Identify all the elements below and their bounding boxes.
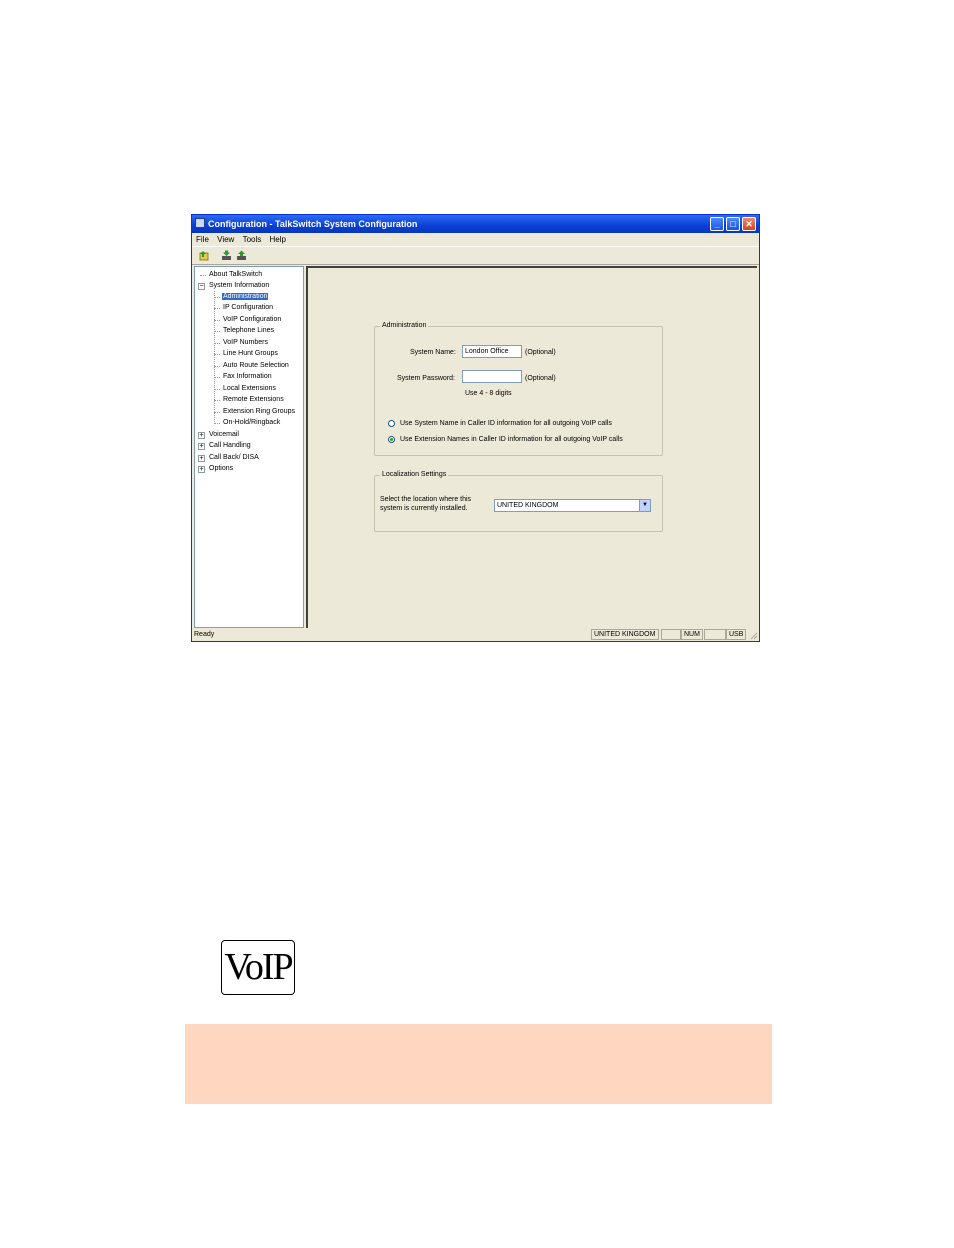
resize-grip-icon[interactable] [748, 630, 758, 640]
peach-band [185, 1024, 772, 1104]
status-port: USB [726, 629, 746, 640]
tree-item-voicemail[interactable]: Voicemail [209, 429, 239, 440]
minimize-button[interactable]: _ [710, 217, 724, 231]
localization-group-label: Localization Settings [380, 470, 449, 480]
caller-id-system-name-label: Use System Name in Caller ID information… [400, 420, 612, 427]
expand-icon[interactable]: + [198, 466, 205, 473]
administration-group: Administration System Name: London Offic… [374, 321, 663, 456]
tree-item-telephone-lines[interactable]: Telephone Lines [223, 325, 274, 336]
menu-view[interactable]: View [217, 233, 234, 246]
content-pane: Administration System Name: London Offic… [306, 266, 757, 628]
tree-item-call-handling[interactable]: Call Handling [209, 440, 251, 451]
caller-id-extension-names-label: Use Extension Names in Caller ID informa… [400, 436, 623, 443]
country-select-value: UNITED KINGDOM [497, 502, 559, 509]
tree-item-options[interactable]: Options [209, 463, 233, 474]
voip-logo: VoIP [221, 940, 295, 995]
tree-item-ip-configuration[interactable]: IP Configuration [223, 302, 273, 313]
system-name-input[interactable]: London Office [462, 345, 522, 358]
toolbar [192, 246, 759, 265]
menu-file[interactable]: File [196, 233, 209, 246]
upload-icon[interactable] [236, 250, 247, 261]
status-bar: Ready UNITED KINGDOM NUM USB [192, 628, 759, 641]
status-num: NUM [681, 629, 703, 640]
download-icon[interactable] [221, 250, 232, 261]
caller-id-system-name-radio[interactable] [388, 420, 395, 427]
system-password-input[interactable] [462, 370, 522, 383]
collapse-icon[interactable]: − [198, 283, 205, 290]
navigation-tree: About TalkSwitch − System Information Ad… [194, 266, 304, 628]
status-country: UNITED KINGDOM [591, 629, 659, 640]
tree-item-fax-information[interactable]: Fax Information [223, 371, 272, 382]
status-spacer-2 [704, 629, 726, 640]
tree-item-auto-route-selection[interactable]: Auto Route Selection [223, 360, 289, 371]
tree-item-on-hold-ringback[interactable]: On-Hold/Ringback [223, 417, 280, 428]
window-title: Configuration - TalkSwitch System Config… [208, 219, 418, 229]
localization-group: Localization Settings Select the locatio… [374, 470, 663, 532]
maximize-button[interactable]: □ [726, 217, 740, 231]
tree-item-voip-numbers[interactable]: VoIP Numbers [223, 337, 268, 348]
menu-tools[interactable]: Tools [243, 233, 262, 246]
expand-icon[interactable]: + [198, 432, 205, 439]
country-select[interactable]: UNITED KINGDOM ▼ [494, 499, 651, 512]
tree-item-call-back-disa[interactable]: Call Back/ DISA [209, 452, 259, 463]
tree-item-extension-ring-groups[interactable]: Extension Ring Groups [223, 406, 295, 417]
tree-item-local-extensions[interactable]: Local Extensions [223, 383, 276, 394]
tree-item-line-hunt-groups[interactable]: Line Hunt Groups [223, 348, 278, 359]
tree-item-voip-configuration[interactable]: VoIP Configuration [223, 314, 281, 325]
system-name-label: System Name: [410, 349, 456, 356]
location-prompt-line2: system is currently installed. [380, 505, 468, 512]
administration-group-label: Administration [380, 321, 429, 331]
status-text: Ready [194, 631, 215, 638]
chevron-down-icon[interactable]: ▼ [639, 500, 650, 511]
tree-item-system-information[interactable]: System Information [209, 280, 269, 291]
expand-icon[interactable]: + [198, 443, 205, 450]
password-hint: Use 4 - 8 digits [465, 390, 512, 397]
tree-item-administration[interactable]: Administration [222, 291, 269, 302]
menu-help[interactable]: Help [269, 233, 285, 246]
status-spacer [661, 629, 681, 640]
tree-item-about[interactable]: About TalkSwitch [209, 269, 262, 280]
caller-id-extension-names-radio[interactable] [388, 436, 395, 443]
tree-item-remote-extensions[interactable]: Remote Extensions [223, 394, 284, 405]
expand-icon[interactable]: + [198, 455, 205, 462]
open-file-icon[interactable] [199, 250, 210, 261]
system-name-optional: (Optional) [525, 349, 556, 356]
close-button[interactable]: ✕ [742, 217, 756, 231]
system-password-label: System Password: [397, 375, 455, 382]
app-icon [195, 218, 205, 228]
config-window: Configuration - TalkSwitch System Config… [191, 214, 760, 642]
title-bar[interactable]: Configuration - TalkSwitch System Config… [192, 215, 759, 233]
system-password-optional: (Optional) [525, 375, 556, 382]
menu-bar: File View Tools Help [192, 233, 759, 246]
